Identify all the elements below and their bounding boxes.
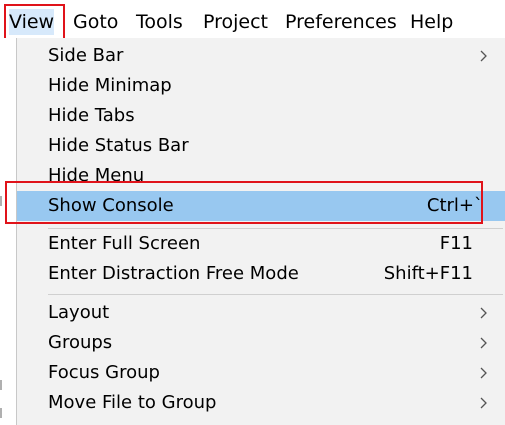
- menu-item-label: Hide Minimap: [48, 75, 172, 96]
- menu-item-hide-menu[interactable]: Hide Menu: [17, 161, 505, 183]
- background-edge-mark: [0, 408, 2, 418]
- menu-item-move-file-to-group[interactable]: Move File to Group: [17, 388, 505, 418]
- menu-item-hide-status-bar[interactable]: Hide Status Bar: [17, 131, 505, 161]
- chevron-right-icon: [480, 397, 487, 409]
- menu-bar: View Goto Tools Project Preferences Help: [0, 0, 505, 42]
- menu-item-label: Hide Tabs: [48, 105, 135, 126]
- background-edge-mark: [0, 196, 2, 206]
- menu-item-groups[interactable]: Groups: [17, 328, 505, 358]
- menu-item-hide-minimap[interactable]: Hide Minimap: [17, 71, 505, 101]
- menu-item-label: Focus Group: [48, 362, 160, 383]
- menu-item-distraction-free[interactable]: Enter Distraction Free Mode Shift+F11: [17, 259, 505, 289]
- menu-project[interactable]: Project: [203, 9, 268, 35]
- menu-item-label: Side Bar: [48, 45, 124, 66]
- menu-item-label: Move File to Group: [48, 392, 217, 413]
- menu-help[interactable]: Help: [410, 9, 453, 35]
- menu-item-label: Enter Distraction Free Mode: [48, 263, 299, 284]
- menu-item-side-bar[interactable]: Side Bar: [17, 41, 505, 71]
- menu-item-hide-tabs[interactable]: Hide Tabs: [17, 101, 505, 131]
- view-menu-highlight-box: [4, 4, 65, 40]
- chevron-right-icon: [480, 307, 487, 319]
- menu-item-enter-full-screen[interactable]: Enter Full Screen F11: [17, 229, 505, 259]
- menu-item-label: Enter Full Screen: [48, 233, 201, 254]
- show-console-highlight-box: [5, 181, 483, 224]
- menu-item-focus-group[interactable]: Focus Group: [17, 358, 505, 388]
- menu-tools[interactable]: Tools: [136, 9, 183, 35]
- background-strip: [0, 38, 17, 425]
- menu-item-label: Groups: [48, 332, 113, 353]
- chevron-right-icon: [480, 367, 487, 379]
- menu-separator: [48, 294, 503, 295]
- menu-item-shortcut: Shift+F11: [383, 263, 473, 284]
- menu-preferences[interactable]: Preferences: [285, 9, 397, 35]
- menu-item-layout[interactable]: Layout: [17, 298, 505, 328]
- menu-item-label: Hide Status Bar: [48, 135, 189, 156]
- menu-item-shortcut: F11: [439, 233, 473, 254]
- menu-item-label: Layout: [48, 302, 110, 323]
- menu-goto[interactable]: Goto: [73, 9, 118, 35]
- background-edge-mark: [0, 380, 2, 390]
- chevron-right-icon: [480, 50, 487, 62]
- chevron-right-icon: [480, 337, 487, 349]
